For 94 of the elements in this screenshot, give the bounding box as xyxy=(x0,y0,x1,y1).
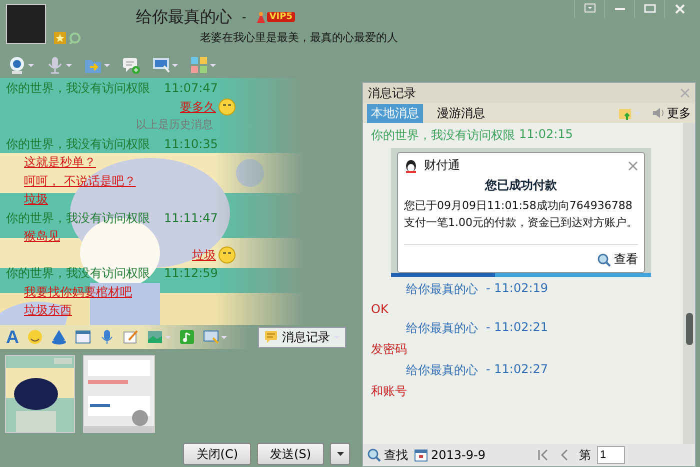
message-time: 11:12:59 xyxy=(164,265,218,282)
view-button[interactable]: 查看 xyxy=(404,244,638,268)
date-button[interactable]: 2013-9-9 xyxy=(414,448,486,462)
avatar[interactable] xyxy=(6,4,46,44)
caret-icon xyxy=(28,64,34,66)
star-icon xyxy=(54,32,66,44)
screen-icon xyxy=(203,329,219,345)
sender-name: 你的世界，我没有访问权限 xyxy=(6,80,150,97)
close-icon xyxy=(680,88,690,98)
microphone-icon xyxy=(99,329,115,345)
sender-name: 给你最真的心 xyxy=(406,281,478,298)
message-time: - 11:02:19 xyxy=(486,281,548,297)
music-button[interactable] xyxy=(177,329,197,345)
caret-icon xyxy=(336,452,344,456)
chat-message: 呵呵， 不说话是吧？ xyxy=(23,172,137,190)
close-button[interactable]: 关闭(C) xyxy=(183,443,252,465)
scrollbar-thumb[interactable] xyxy=(686,313,692,345)
emoji-icon xyxy=(218,246,236,264)
message-time: 11:07:47 xyxy=(164,80,218,97)
speaker-icon xyxy=(652,106,665,120)
sender-name: 你的世界，我没有访问权限 xyxy=(371,127,515,144)
chat-message: 发密码 xyxy=(371,341,408,358)
emoji-icon xyxy=(218,98,236,116)
message-add-icon xyxy=(122,56,140,74)
scrollbar[interactable] xyxy=(683,123,695,444)
first-page-icon xyxy=(537,449,549,461)
search-icon xyxy=(367,448,381,462)
send-options-button[interactable] xyxy=(330,443,350,465)
microphone-icon xyxy=(46,56,64,74)
separator: - xyxy=(242,10,246,24)
emoji-button[interactable] xyxy=(25,329,45,345)
screen-icon xyxy=(152,56,170,74)
crown-icon xyxy=(256,10,266,24)
page-field[interactable]: 1 xyxy=(597,446,625,464)
caret-icon xyxy=(165,336,171,338)
find-button[interactable]: 查找 xyxy=(367,446,408,464)
chat-bubble-icon xyxy=(264,330,278,344)
music-icon xyxy=(179,329,195,345)
search-icon xyxy=(69,32,81,44)
panel-title: 消息记录 xyxy=(368,84,416,102)
send-button[interactable]: 发送(S) xyxy=(257,443,324,465)
message-time: - 11:02:27 xyxy=(486,362,548,378)
chat-message: 垃圾 xyxy=(23,191,49,208)
chat-message: 垃圾东西 xyxy=(23,302,73,319)
caret-icon xyxy=(66,64,72,66)
image-icon xyxy=(147,329,163,345)
history-divider: 以上是历史消息 xyxy=(135,117,214,133)
maximize-icon xyxy=(644,3,656,15)
app-name: 财付通 xyxy=(424,157,460,174)
message-button[interactable] xyxy=(120,56,142,74)
message-time: 11:10:35 xyxy=(164,136,218,152)
window-icon xyxy=(75,329,91,345)
close-icon xyxy=(674,3,686,15)
tab[interactable]: 漫游消息 xyxy=(433,104,489,122)
chat-message: 和账号 xyxy=(371,383,408,400)
search-icon xyxy=(597,252,611,266)
message-time: 11:02:15 xyxy=(519,127,573,143)
chat-message: 要多久 xyxy=(180,98,216,116)
chat-message: 垃圾 xyxy=(192,246,216,264)
shake-button[interactable] xyxy=(49,329,69,345)
notice-title: 您已成功付款 xyxy=(484,177,558,194)
screen-share-button[interactable] xyxy=(201,329,229,345)
message-time: - 11:02:21 xyxy=(486,320,548,336)
image-button[interactable] xyxy=(145,329,173,345)
font-button[interactable]: A xyxy=(4,326,21,348)
calendar-icon xyxy=(414,448,428,462)
apps-button[interactable] xyxy=(188,56,218,74)
pencil-icon xyxy=(123,329,139,345)
penguin-icon xyxy=(404,158,418,174)
caret-icon xyxy=(172,64,178,66)
sender-name: 给你最真的心 xyxy=(406,362,478,379)
signature: 老婆在我心里是最美，最真的心最爱的人 xyxy=(200,30,398,45)
screenshot-button[interactable] xyxy=(73,329,93,345)
contact-name: 给你最真的心 xyxy=(136,6,232,28)
caret-icon xyxy=(210,64,216,66)
page-label: 第 xyxy=(579,446,591,464)
caret-icon xyxy=(104,64,110,66)
remote-assist-button[interactable] xyxy=(150,56,180,74)
skin-icon xyxy=(584,3,596,15)
webcam-icon xyxy=(8,56,26,74)
chat-message: OK xyxy=(371,302,390,316)
close-icon xyxy=(628,160,638,170)
apps-icon xyxy=(190,56,208,74)
more-button[interactable]: 更多 xyxy=(652,104,691,122)
sender-name: 给你最真的心 xyxy=(406,320,478,337)
notice-text: 您已于09月09日11:01:58成功向764936788支付一笔1.00元的付款，资金已到达对方账户。 xyxy=(404,198,638,231)
emoji-icon xyxy=(27,329,43,345)
message-time: 11:11:47 xyxy=(164,210,218,226)
chat-message: 这就是秒单？ xyxy=(23,154,97,171)
message-history-button[interactable]: 消息记录 xyxy=(258,326,346,348)
vip-badge: VIP5 xyxy=(267,12,295,22)
close-button[interactable] xyxy=(680,88,690,98)
sender-name: 你的世界，我没有访问权限 xyxy=(6,136,150,152)
caret-icon xyxy=(221,336,227,338)
